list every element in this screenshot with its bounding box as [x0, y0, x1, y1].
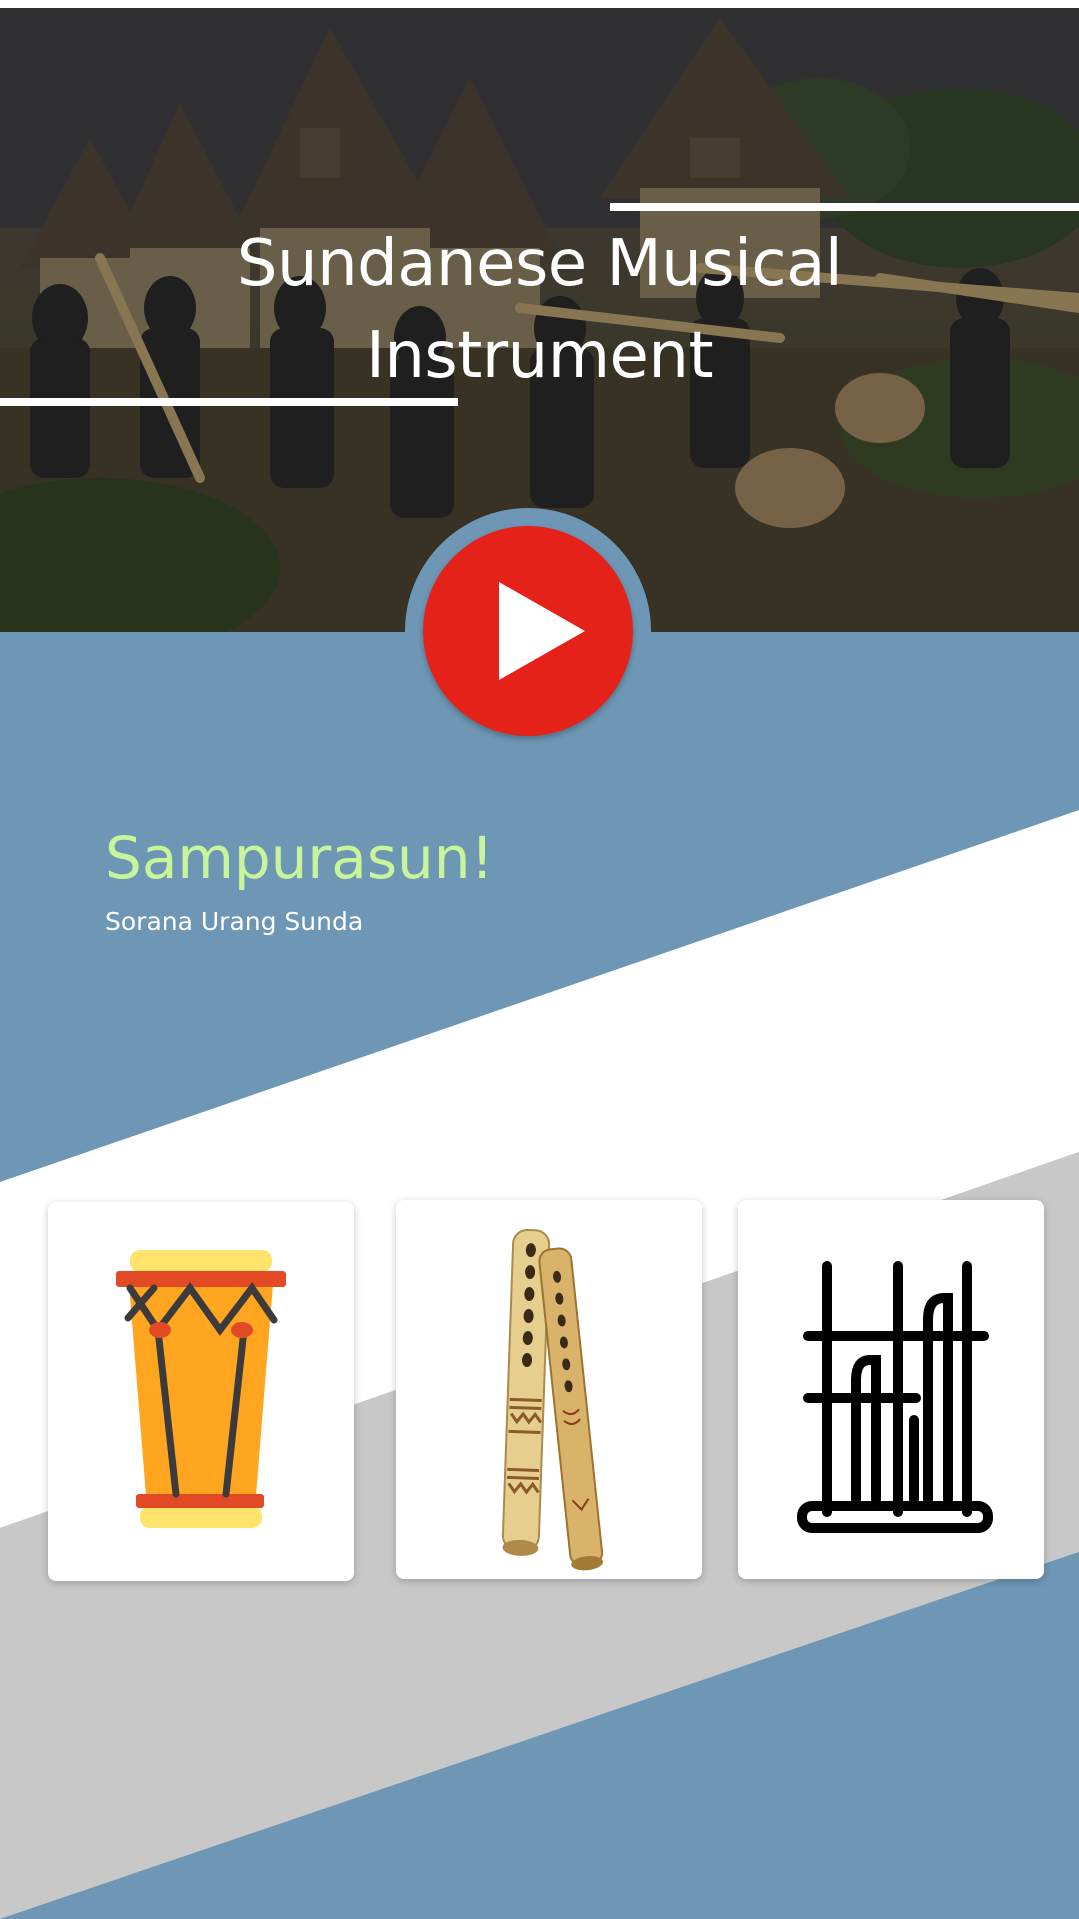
kendang-drum-icon [116, 1250, 286, 1528]
top-strip [0, 0, 1079, 8]
greeting-title: Sampurasun! [105, 824, 494, 892]
greeting-subtitle: Sorana Urang Sunda [105, 907, 364, 936]
title-line-2: Instrument [365, 319, 714, 393]
title-line-1: Sundanese Musical [236, 227, 843, 301]
decor-line-top [610, 203, 1079, 211]
page-title: Sundanese Musical Instrument [0, 218, 1079, 402]
instrument-card-suling[interactable] [396, 1200, 702, 1579]
play-button[interactable] [423, 526, 633, 736]
instrument-card-angklung[interactable] [738, 1200, 1044, 1579]
angklung-icon [797, 1261, 993, 1533]
instrument-card-kendang[interactable] [48, 1202, 354, 1581]
play-icon [499, 582, 585, 680]
suling-flute-icon [501, 1228, 604, 1571]
